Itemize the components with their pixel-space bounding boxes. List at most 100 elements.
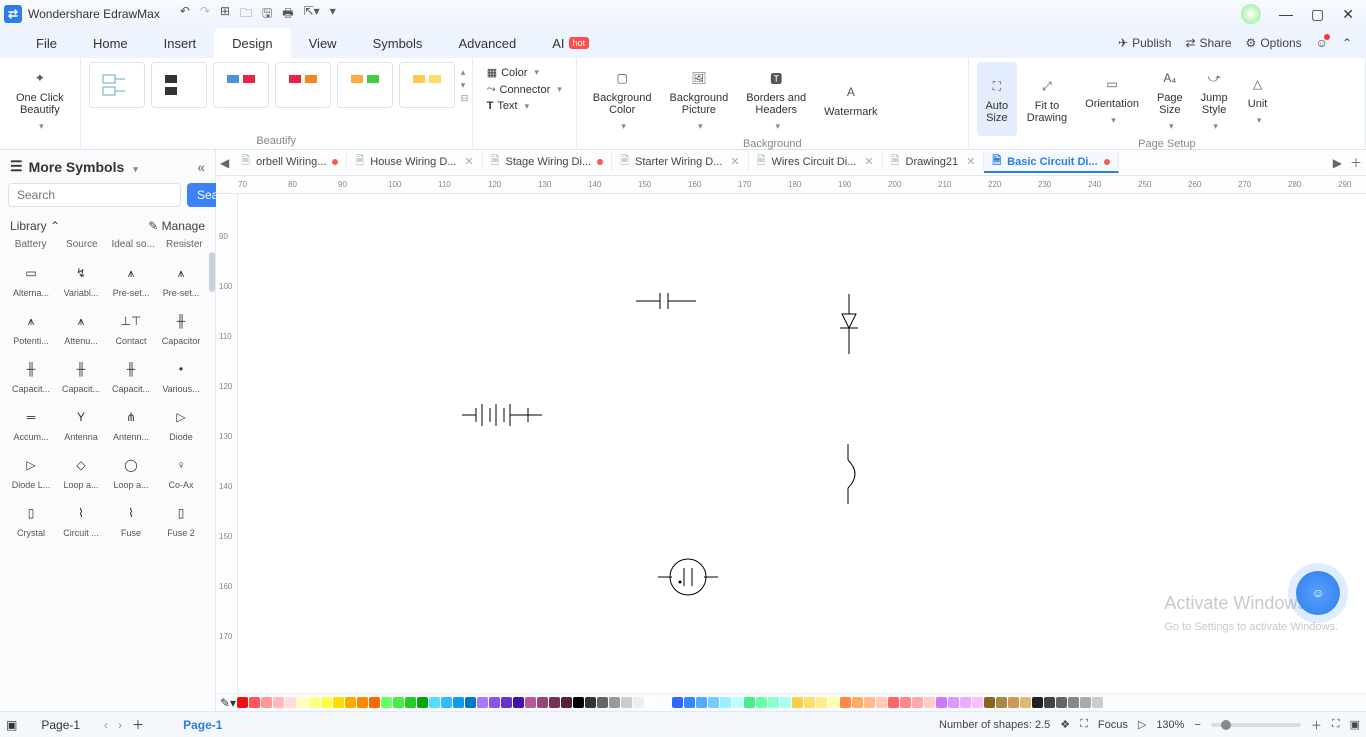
fit-page-icon[interactable]: ⛶ [1332,718,1340,731]
color-swatch[interactable] [1044,697,1055,708]
color-swatch[interactable] [537,697,548,708]
color-swatch[interactable] [465,697,476,708]
symbol-item[interactable]: ▷Diode [156,398,206,446]
color-swatch[interactable] [1008,697,1019,708]
document-tab[interactable]: 🗎orbell Wiring... [233,152,347,171]
color-dropdown[interactable]: ▦ Color [487,66,562,79]
presentation-icon[interactable]: ▷ [1138,718,1146,731]
color-swatch[interactable] [237,697,248,708]
fullscreen-icon[interactable]: ▣ [1350,718,1360,731]
color-swatch[interactable] [948,697,959,708]
document-tab[interactable]: 🗎Wires Circuit Di...✕ [749,152,883,171]
color-swatch[interactable] [501,697,512,708]
color-swatch[interactable] [1092,697,1103,708]
color-swatch[interactable] [768,697,779,708]
save-icon[interactable]: 🖫 [262,4,272,25]
open-icon[interactable]: 🗀 [240,4,252,25]
symbol-item[interactable]: ◯Loop a... [106,446,156,494]
document-tab[interactable]: 🗎Stage Wiring Di... [483,152,612,171]
connector-dropdown[interactable]: ⤳ Connector [487,83,562,96]
shape-capacitor[interactable] [636,289,696,313]
tab-close-icon[interactable]: ✕ [864,155,873,168]
menu-design[interactable]: Design [214,28,290,58]
notifications-icon[interactable]: ☺ [1316,36,1328,50]
color-swatch[interactable] [1080,697,1091,708]
color-swatch[interactable] [357,697,368,708]
color-swatch[interactable] [708,697,719,708]
shape-polarized-source[interactable] [658,554,718,600]
auto-size-button[interactable]: ⛶Auto Size [977,62,1017,136]
page-size-button[interactable]: A₄Page Size [1149,62,1191,136]
menubar-chevron-icon[interactable]: ⌃ [1342,36,1352,50]
color-swatch[interactable] [369,697,380,708]
color-swatch[interactable] [816,697,827,708]
color-swatch[interactable] [1032,697,1043,708]
color-swatch[interactable] [345,697,356,708]
color-swatch[interactable] [549,697,560,708]
symbol-item[interactable]: ═Accum... [6,398,56,446]
color-swatch[interactable] [645,697,656,708]
text-dropdown[interactable]: T Text [487,100,562,112]
symbol-item[interactable]: ╫Capacit... [106,350,156,398]
tabs-next-icon[interactable]: ▶ [1329,156,1346,170]
unit-button[interactable]: △Unit [1238,62,1278,136]
gallery-up-icon[interactable]: ▴ [461,67,469,78]
gallery-down-icon[interactable]: ▾ [461,80,469,91]
zoom-in-icon[interactable]: ＋ [1311,717,1322,733]
symbol-item[interactable]: ▯Crystal [6,494,56,542]
color-swatch[interactable] [888,697,899,708]
borders-headers-button[interactable]: 🆃Borders and Headers [738,62,814,136]
color-swatch[interactable] [417,697,428,708]
publish-button[interactable]: ✈ Publish [1118,36,1171,50]
color-swatch[interactable] [672,697,683,708]
new-tab-icon[interactable]: ＋ [1346,154,1366,171]
color-swatch[interactable] [441,697,452,708]
color-swatch[interactable] [489,697,500,708]
eyedropper-icon[interactable]: ✎▾ [220,696,236,710]
symbol-item[interactable]: ♀Co-Ax [156,446,206,494]
symbol-item[interactable]: ⋔Antenn... [106,398,156,446]
menu-insert[interactable]: Insert [146,28,215,58]
color-swatch[interactable] [876,697,887,708]
color-swatch[interactable] [309,697,320,708]
color-swatch[interactable] [273,697,284,708]
color-swatch[interactable] [621,697,632,708]
page-next-icon[interactable]: › [118,718,122,732]
search-input[interactable] [8,183,181,207]
manage-button[interactable]: ✎ Manage [148,219,205,233]
color-swatch[interactable] [828,697,839,708]
library-toggle[interactable]: Library ⌃ [10,219,60,233]
color-swatch[interactable] [609,697,620,708]
symbol-item[interactable]: •Various... [156,350,206,398]
color-swatch[interactable] [696,697,707,708]
color-swatch[interactable] [513,697,524,708]
new-icon[interactable]: ⊞ [220,4,230,25]
theme-thumb[interactable] [337,62,393,108]
zoom-out-icon[interactable]: − [1194,719,1200,731]
menu-view[interactable]: View [291,28,355,58]
shape-battery[interactable] [462,400,542,430]
background-color-button[interactable]: ▢Background Color [585,62,660,136]
color-swatch[interactable] [852,697,863,708]
color-swatch[interactable] [405,697,416,708]
document-tab[interactable]: 🗎Starter Wiring D...✕ [612,152,748,171]
symbol-item[interactable]: ╫Capacit... [6,350,56,398]
shape-diode[interactable] [834,294,864,354]
menu-advanced[interactable]: Advanced [440,28,534,58]
color-swatch[interactable] [1056,697,1067,708]
color-swatch[interactable] [960,697,971,708]
color-swatch[interactable] [297,697,308,708]
color-swatch[interactable] [936,697,947,708]
color-swatch[interactable] [912,697,923,708]
color-swatch[interactable] [996,697,1007,708]
color-swatch[interactable] [780,697,791,708]
color-swatch[interactable] [393,697,404,708]
layers-icon[interactable]: ❖ [1060,718,1070,731]
symbol-item[interactable]: ⩚Potenti... [6,302,56,350]
menu-ai[interactable]: AIhot [534,28,607,58]
page-layout-icon[interactable]: ▣ [6,718,17,732]
page-prev-icon[interactable]: ‹ [104,718,108,732]
color-swatch[interactable] [900,697,911,708]
symbol-item[interactable]: ╫Capacitor [156,302,206,350]
color-swatch[interactable] [984,697,995,708]
